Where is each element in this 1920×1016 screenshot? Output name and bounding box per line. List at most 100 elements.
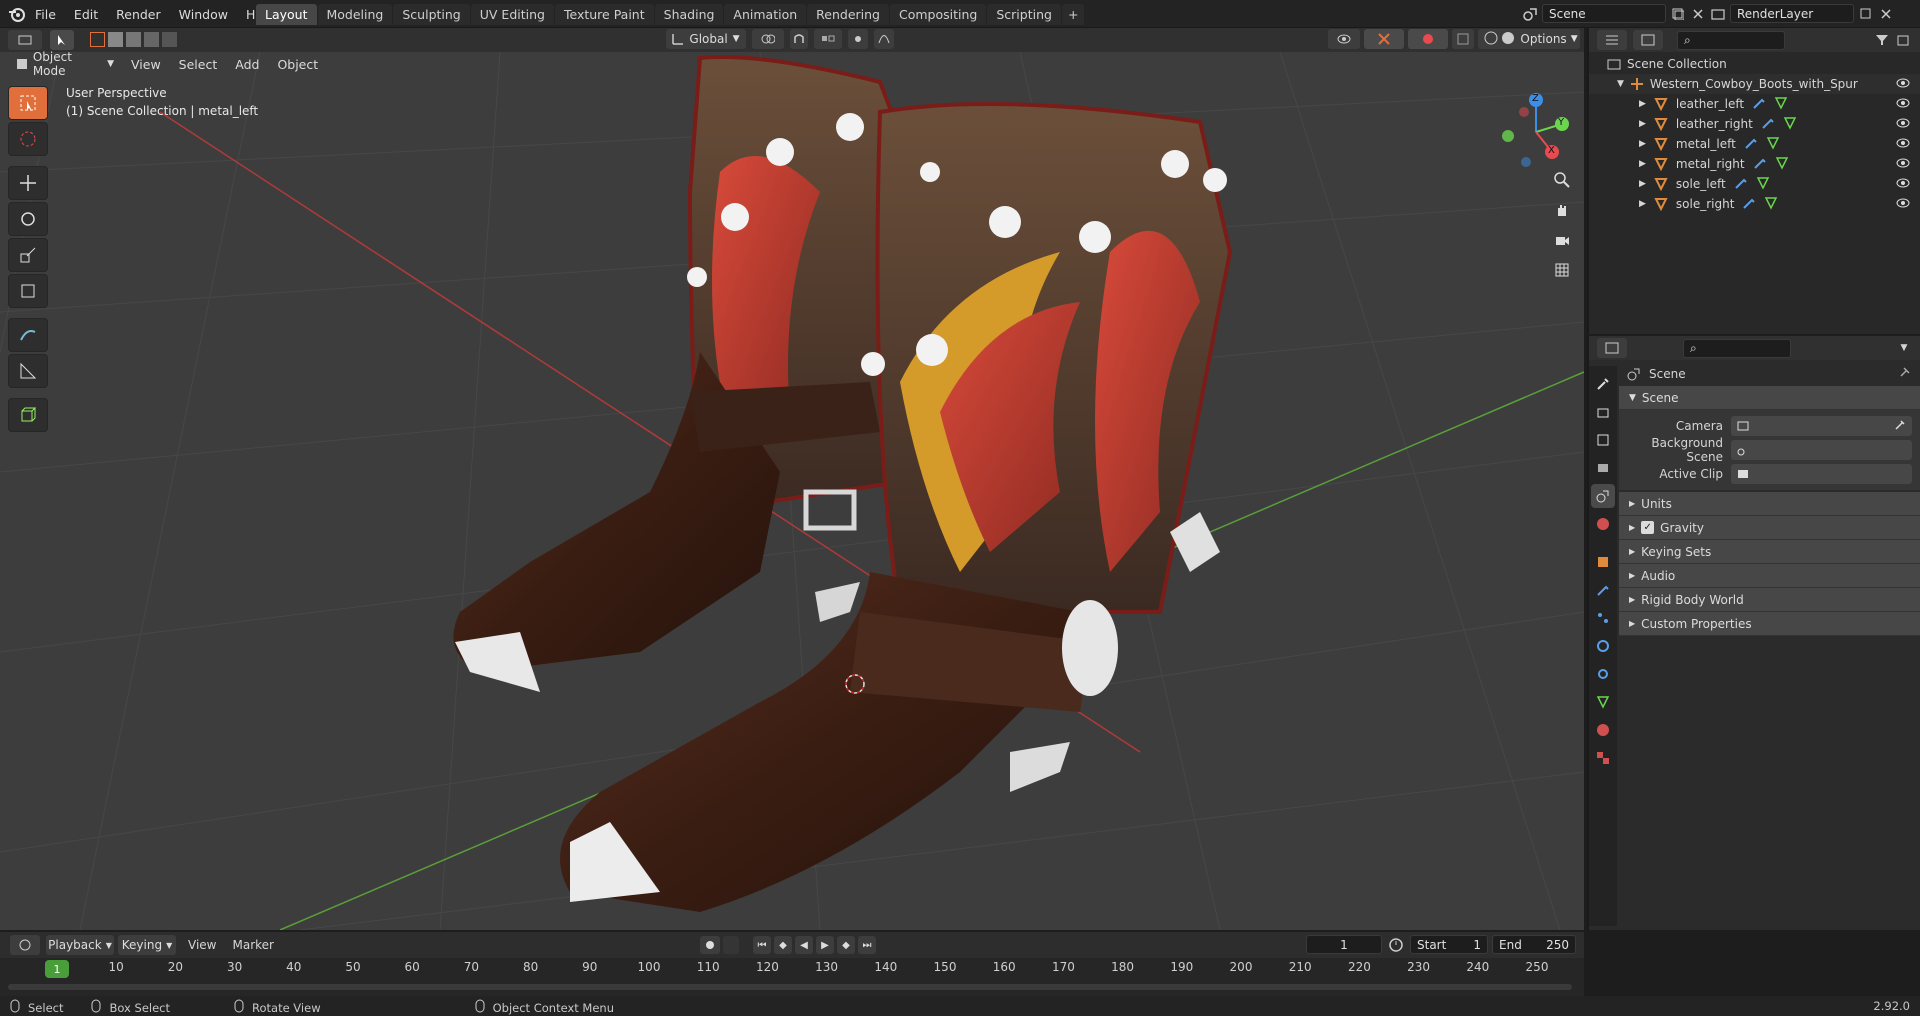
playback-menu[interactable]: Playback ▼ bbox=[46, 935, 114, 955]
cursor-tool-icon[interactable] bbox=[8, 122, 48, 156]
current-frame-field[interactable]: 1 bbox=[1306, 935, 1382, 954]
ortho-grid-icon[interactable] bbox=[1548, 256, 1576, 284]
snap-target-icon[interactable] bbox=[814, 29, 842, 49]
tab-shading[interactable]: Shading bbox=[654, 4, 724, 25]
subpanel-header[interactable]: ▶ Audio bbox=[1619, 564, 1920, 588]
pan-hand-icon[interactable] bbox=[1548, 196, 1576, 224]
modifier-tab-icon[interactable] bbox=[1591, 578, 1615, 602]
tool-tab-icon[interactable] bbox=[1591, 372, 1615, 396]
add-cube-tool-icon[interactable] bbox=[8, 398, 48, 432]
jump-end-icon[interactable]: ⏭ bbox=[858, 936, 876, 954]
add-workspace-button[interactable]: + bbox=[1061, 4, 1085, 25]
outliner-row-object[interactable]: ▶ leather_left bbox=[1589, 94, 1920, 114]
gravity-checkbox[interactable]: ✓ bbox=[1641, 521, 1655, 534]
visibility-eye-icon[interactable] bbox=[1896, 157, 1910, 171]
select-mode-invert-icon[interactable] bbox=[144, 32, 159, 47]
menu-select[interactable]: Select bbox=[170, 57, 227, 72]
tab-animation[interactable]: Animation bbox=[724, 4, 807, 25]
view-layer-selector[interactable]: RenderLayer bbox=[1730, 4, 1854, 23]
frame-ruler[interactable]: 10 20 30 40 50 60 70 80 90 100 110 120 130 140 150 160 1… bbox=[0, 958, 1584, 980]
world-tab-icon[interactable] bbox=[1591, 512, 1615, 536]
tab-scripting[interactable]: Scripting bbox=[987, 4, 1061, 25]
scale-tool-icon[interactable] bbox=[8, 238, 48, 272]
constraints-tab-icon[interactable] bbox=[1591, 662, 1615, 686]
next-keyframe-icon[interactable]: ◆ bbox=[837, 936, 855, 954]
visibility-eye-icon[interactable] bbox=[1896, 117, 1910, 131]
zoom-icon[interactable] bbox=[1548, 166, 1576, 194]
scene-selector[interactable]: Scene bbox=[1542, 4, 1666, 23]
data-tab-icon[interactable] bbox=[1591, 690, 1615, 714]
prev-keyframe-icon[interactable]: ◆ bbox=[774, 936, 792, 954]
remove-scene-icon[interactable] bbox=[1690, 6, 1706, 22]
visibility-eye-icon[interactable] bbox=[1896, 97, 1910, 111]
particles-tab-icon[interactable] bbox=[1591, 606, 1615, 630]
timeline-area[interactable]: 10 20 30 40 50 60 70 80 90 100 110 120 130 140 150 160 1… bbox=[0, 958, 1584, 996]
render-tab-icon[interactable] bbox=[1591, 400, 1615, 424]
boot-left-model[interactable] bbox=[453, 55, 933, 692]
rotate-tool-icon[interactable] bbox=[8, 202, 48, 236]
solid-shading-icon[interactable] bbox=[1501, 31, 1515, 48]
mode-selector[interactable]: Object Mode ▼ bbox=[10, 50, 118, 78]
select-mode-subtract-icon[interactable] bbox=[126, 32, 141, 47]
wireframe-shading-icon[interactable] bbox=[1484, 31, 1498, 48]
end-frame-field[interactable]: End 250 bbox=[1492, 935, 1576, 954]
remove-layer-icon[interactable] bbox=[1878, 6, 1894, 22]
gizmo-toggle-icon[interactable] bbox=[1364, 29, 1404, 49]
outliner-row-scene-collection[interactable]: Scene Collection bbox=[1589, 54, 1920, 74]
outliner-row-collection[interactable]: ▼ Western_Cowboy_Boots_with_Spur bbox=[1589, 74, 1920, 94]
expand-arrow-icon[interactable]: ▶ bbox=[1639, 119, 1646, 129]
tab-modeling[interactable]: Modeling bbox=[317, 4, 393, 25]
move-tool-icon[interactable] bbox=[8, 166, 48, 200]
select-mode-intersect-icon[interactable] bbox=[162, 32, 177, 47]
visibility-eye-icon[interactable] bbox=[1896, 197, 1910, 211]
snap-toggle-icon[interactable] bbox=[790, 29, 808, 49]
menu-window[interactable]: Window bbox=[170, 7, 237, 22]
tab-texture-paint[interactable]: Texture Paint bbox=[554, 4, 654, 25]
tab-compositing[interactable]: Compositing bbox=[890, 4, 987, 25]
properties-editor-icon[interactable] bbox=[1597, 338, 1627, 358]
new-layer-icon[interactable] bbox=[1858, 6, 1874, 22]
tab-sculpting[interactable]: Sculpting bbox=[393, 4, 470, 25]
transform-orientation-dropdown[interactable]: Global ▼ bbox=[666, 29, 746, 49]
output-tab-icon[interactable] bbox=[1591, 428, 1615, 452]
record-icon[interactable] bbox=[700, 936, 720, 954]
menu-object[interactable]: Object bbox=[268, 57, 327, 72]
tab-layout[interactable]: Layout bbox=[256, 4, 317, 25]
filter-icon[interactable] bbox=[1874, 32, 1890, 48]
pivot-point-icon[interactable] bbox=[752, 29, 784, 49]
pin-icon[interactable] bbox=[1898, 366, 1910, 382]
object-tab-icon[interactable] bbox=[1591, 550, 1615, 574]
playhead[interactable]: 1 bbox=[45, 960, 69, 978]
select-mode-extend-icon[interactable] bbox=[108, 32, 123, 47]
menu-view[interactable]: View bbox=[122, 57, 170, 72]
active-clip-field[interactable] bbox=[1731, 464, 1912, 484]
outliner-row-object[interactable]: ▶ metal_left bbox=[1589, 134, 1920, 154]
stopwatch-icon[interactable] bbox=[1388, 936, 1404, 955]
new-scene-icon[interactable] bbox=[1670, 6, 1686, 22]
scene-icon[interactable] bbox=[1522, 6, 1538, 22]
expand-arrow-icon[interactable]: ▶ bbox=[1639, 99, 1646, 109]
editor-type-icon[interactable] bbox=[8, 30, 42, 50]
outliner-editor-icon[interactable] bbox=[1597, 30, 1627, 50]
subpanel-header[interactable]: ▶ ✓ Gravity bbox=[1619, 516, 1920, 540]
expand-arrow-icon[interactable]: ▶ bbox=[1639, 199, 1646, 209]
visibility-eye-icon[interactable] bbox=[1896, 137, 1910, 151]
menu-add[interactable]: Add bbox=[226, 57, 268, 72]
visibility-eye-icon[interactable] bbox=[1896, 77, 1910, 91]
expand-arrow-icon[interactable]: ▶ bbox=[1639, 159, 1646, 169]
select-mode-new-icon[interactable] bbox=[90, 32, 105, 47]
visibility-eye-icon[interactable] bbox=[1896, 177, 1910, 191]
material-tab-icon[interactable] bbox=[1591, 718, 1615, 742]
jump-start-icon[interactable]: ⏮ bbox=[753, 936, 771, 954]
menu-render[interactable]: Render bbox=[107, 7, 170, 22]
outliner-row-object[interactable]: ▶ metal_right bbox=[1589, 154, 1920, 174]
subpanel-header[interactable]: ▶ Rigid Body World bbox=[1619, 588, 1920, 612]
3d-viewport[interactable]: User Perspective (1) Scene Collection | … bbox=[0, 52, 1584, 930]
play-reverse-icon[interactable]: ◀ bbox=[795, 936, 813, 954]
subpanel-header[interactable]: ▶ Custom Properties bbox=[1619, 612, 1920, 636]
outliner-row-object[interactable]: ▶ leather_right bbox=[1589, 114, 1920, 134]
xray-toggle-icon[interactable] bbox=[1452, 29, 1474, 49]
outliner-row-object[interactable]: ▶ sole_right bbox=[1589, 194, 1920, 214]
new-collection-icon[interactable] bbox=[1896, 32, 1912, 48]
texture-tab-icon[interactable] bbox=[1591, 746, 1615, 770]
